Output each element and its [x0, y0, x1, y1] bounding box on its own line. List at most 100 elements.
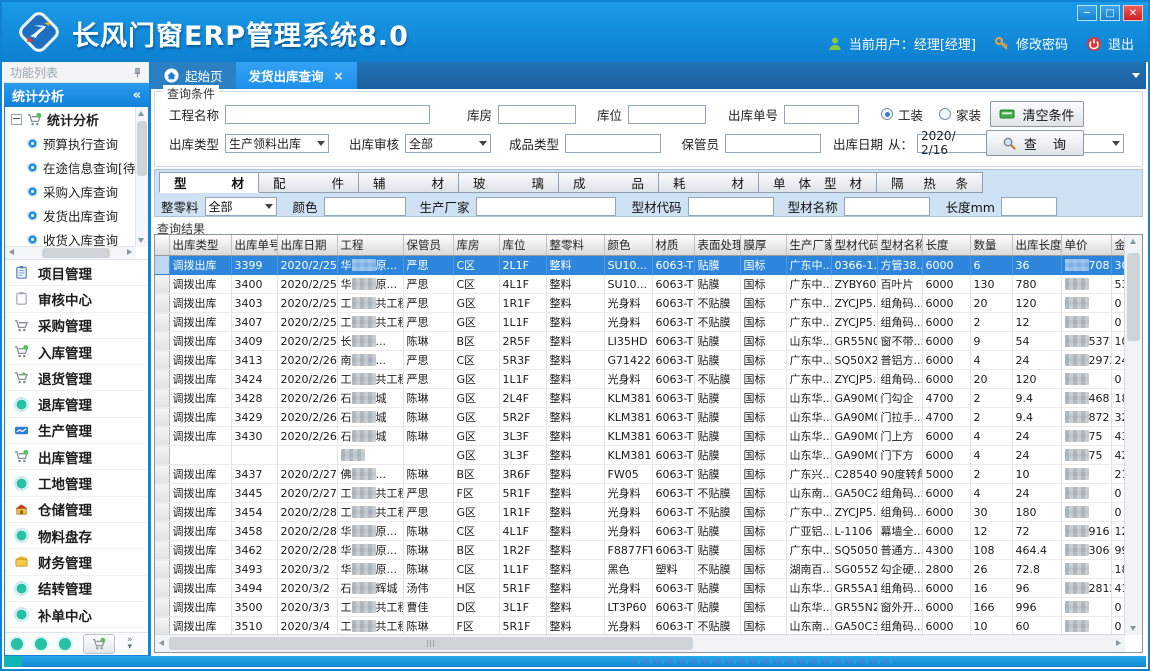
grid-row[interactable]: 调拨出库34242020/2/26工共工程严思G区1L1F整料光身料6063-T…	[155, 370, 1125, 389]
row-indicator[interactable]	[155, 294, 169, 313]
tree-horizontal-scrollbar[interactable]	[5, 246, 136, 259]
maximize-button[interactable]: □	[1100, 5, 1120, 21]
more-chevron-icon[interactable]: »▾	[127, 637, 133, 651]
grid-row[interactable]: 调拨出库34092020/2/25长...陈琳B区2R5F整料LI35HD606…	[155, 332, 1125, 351]
logout-button[interactable]: 退出	[1086, 34, 1134, 53]
grid-row[interactable]: 调拨出库34032020/2/25工共工程严思G区1R1F整料光身料6063-T…	[155, 294, 1125, 313]
sidebar-module-site-management[interactable]: 工地管理	[5, 470, 148, 496]
sidebar-module-outbound-management[interactable]: 出库管理	[5, 444, 148, 470]
tab-shipment-outbound-query[interactable]: 发货出库查询 ×	[236, 62, 357, 89]
sidebar-module-audit-center[interactable]: 审核中心	[5, 286, 148, 312]
sidebar-module-supplement-center[interactable]: 补单中心	[5, 602, 148, 628]
grid-row[interactable]: 调拨出库34072020/2/25工共工程严思G区1L1F整料光身料6063-T…	[155, 313, 1125, 332]
grid-row[interactable]: 调拨出库34932020/3/2华原...陈琳C区1L1F整料黑色塑料不贴膜国标…	[155, 560, 1125, 579]
outbound-no-input[interactable]	[784, 105, 859, 124]
column-header[interactable]: 数量	[970, 235, 1012, 256]
section-header-statistics[interactable]: 统计分析 «	[4, 83, 149, 107]
row-indicator[interactable]	[155, 370, 169, 389]
module-dot-icon[interactable]	[11, 638, 23, 650]
row-indicator[interactable]	[155, 541, 169, 560]
grid-row[interactable]: 调拨出库34372020/2/27佛...陈琳B区3R6F整料FW056063-…	[155, 465, 1125, 484]
row-indicator[interactable]	[155, 408, 169, 427]
row-indicator[interactable]	[155, 446, 169, 465]
profile-name-input[interactable]	[844, 197, 930, 216]
color-input[interactable]	[324, 197, 406, 216]
row-indicator[interactable]	[155, 465, 169, 484]
search-button[interactable]: 查 询	[986, 130, 1084, 156]
row-indicator[interactable]	[155, 598, 169, 617]
column-header[interactable]: 整零料	[546, 235, 604, 256]
column-header[interactable]: 单价	[1061, 235, 1111, 256]
collapse-chevron-icon[interactable]: «	[133, 88, 141, 103]
sidebar-module-return-warehouse-management[interactable]: 退库管理	[5, 391, 148, 417]
column-header[interactable]: 工程	[337, 235, 403, 256]
grid-vertical-scrollbar[interactable]	[1124, 235, 1142, 635]
material-tab-finished[interactable]: 成品	[559, 172, 659, 193]
row-indicator[interactable]	[155, 256, 169, 275]
material-tab-insulation-strip[interactable]: 隔热条	[877, 172, 983, 193]
grid-row[interactable]: 调拨出库34452020/2/27工共工程严思F区5R1F整料光身料6063-T…	[155, 484, 1125, 503]
tree-expander-icon[interactable]	[11, 114, 22, 125]
sidebar-module-inbound-management[interactable]: 入库管理	[5, 339, 148, 365]
whole-part-select[interactable]: 全部	[205, 197, 277, 216]
outbound-audit-select[interactable]: 全部	[405, 134, 491, 153]
grid-row[interactable]: 调拨出库35002020/3/3工共工程曹佳D区3L1F整料LT3P606063…	[155, 598, 1125, 617]
tab-close-icon[interactable]: ×	[334, 69, 344, 83]
grid-row[interactable]: 调拨出库34282020/2/26石城陈琳G区2L4F整料KLM38176063…	[155, 389, 1125, 408]
row-indicator[interactable]	[155, 579, 169, 598]
radio-industrial[interactable]: 工装	[881, 105, 923, 124]
manufacturer-input[interactable]	[476, 197, 616, 216]
sidebar-module-purchase-management[interactable]: 采购管理	[5, 313, 148, 339]
tab-overflow-chevron-icon[interactable]	[1132, 73, 1140, 78]
grid-row[interactable]: 调拨出库34942020/3/2石辉城汤伟H区5R1F整料光身料6063-T5贴…	[155, 579, 1125, 598]
grid-row[interactable]: 调拨出库34302020/2/26石城陈琳G区3L3F整料KLM38176063…	[155, 427, 1125, 446]
product-type-input[interactable]	[565, 134, 661, 153]
column-header[interactable]: 出库类型	[169, 235, 231, 256]
radio-home[interactable]: 家装	[939, 105, 981, 124]
project-name-input[interactable]	[225, 105, 430, 124]
row-indicator[interactable]	[155, 503, 169, 522]
clear-conditions-button[interactable]: 清空条件	[990, 101, 1084, 127]
grid-row[interactable]: 调拨出库34582020/2/28华原...陈琳C区4L1F整料光身料6063-…	[155, 522, 1125, 541]
sidebar-module-material-inventory[interactable]: 物料盘存	[5, 523, 148, 549]
location-input[interactable]	[628, 105, 706, 124]
warehouse-input[interactable]	[498, 105, 576, 124]
row-indicator[interactable]	[155, 275, 169, 294]
material-tab-accessories[interactable]: 配件	[259, 172, 359, 193]
tree-root-statistics[interactable]: 统计分析	[5, 107, 136, 131]
module-dot-icon[interactable]	[59, 638, 71, 650]
row-indicator[interactable]	[155, 313, 169, 332]
sidebar-module-finance-management[interactable]: 财务管理	[5, 549, 148, 575]
grid-row[interactable]: 调拨出库33992020/2/25华原...严思C区2L1F整料SU10...6…	[155, 256, 1125, 275]
tree-vertical-scrollbar[interactable]	[135, 107, 148, 247]
column-header[interactable]: 长度	[922, 235, 970, 256]
row-indicator[interactable]	[155, 522, 169, 541]
sidebar-module-warehouse-management[interactable]: 仓储管理	[5, 497, 148, 523]
sidebar-module-project-management[interactable]: 项目管理	[5, 260, 148, 286]
sidebar-item-shipment-outbound-query[interactable]: 发货出库查询	[5, 203, 136, 227]
material-tab-single-profile[interactable]: 单体型材	[759, 172, 877, 193]
row-indicator[interactable]	[155, 484, 169, 503]
column-header[interactable]: 表面处理	[694, 235, 740, 256]
row-indicator[interactable]	[155, 351, 169, 370]
outbound-type-select[interactable]: 生产领料出库	[225, 134, 329, 153]
column-header[interactable]: 出库长度	[1012, 235, 1061, 256]
row-indicator[interactable]	[155, 560, 169, 579]
column-header[interactable]: 材质	[652, 235, 694, 256]
sidebar-module-production-management[interactable]: 生产管理	[5, 418, 148, 444]
keeper-input[interactable]	[725, 134, 821, 153]
row-indicator[interactable]	[155, 389, 169, 408]
sidebar-item-in-transit-info-query[interactable]: 在途信息查询[待定]	[5, 155, 136, 179]
sidebar-module-carryover-management[interactable]: 结转管理	[5, 576, 148, 602]
grid-row[interactable]: 调拨出库34622020/2/28华原...陈琳B区1R2F整料F8877FT6…	[155, 541, 1125, 560]
sidebar-item-purchase-inbound-query[interactable]: 采购入库查询	[5, 179, 136, 203]
row-indicator[interactable]	[155, 332, 169, 351]
column-header[interactable]: 生产厂家	[786, 235, 831, 256]
column-header[interactable]: 出库日期	[277, 235, 337, 256]
module-dot-icon[interactable]	[35, 638, 47, 650]
change-password-button[interactable]: 修改密码	[994, 34, 1068, 53]
material-tab-profile[interactable]: 型材	[159, 172, 259, 193]
column-header[interactable]: 膜厚	[740, 235, 786, 256]
sidebar-item-receipt-inbound-query[interactable]: 收货入库查询	[5, 227, 136, 247]
grid-horizontal-scrollbar[interactable]	[155, 634, 1125, 652]
